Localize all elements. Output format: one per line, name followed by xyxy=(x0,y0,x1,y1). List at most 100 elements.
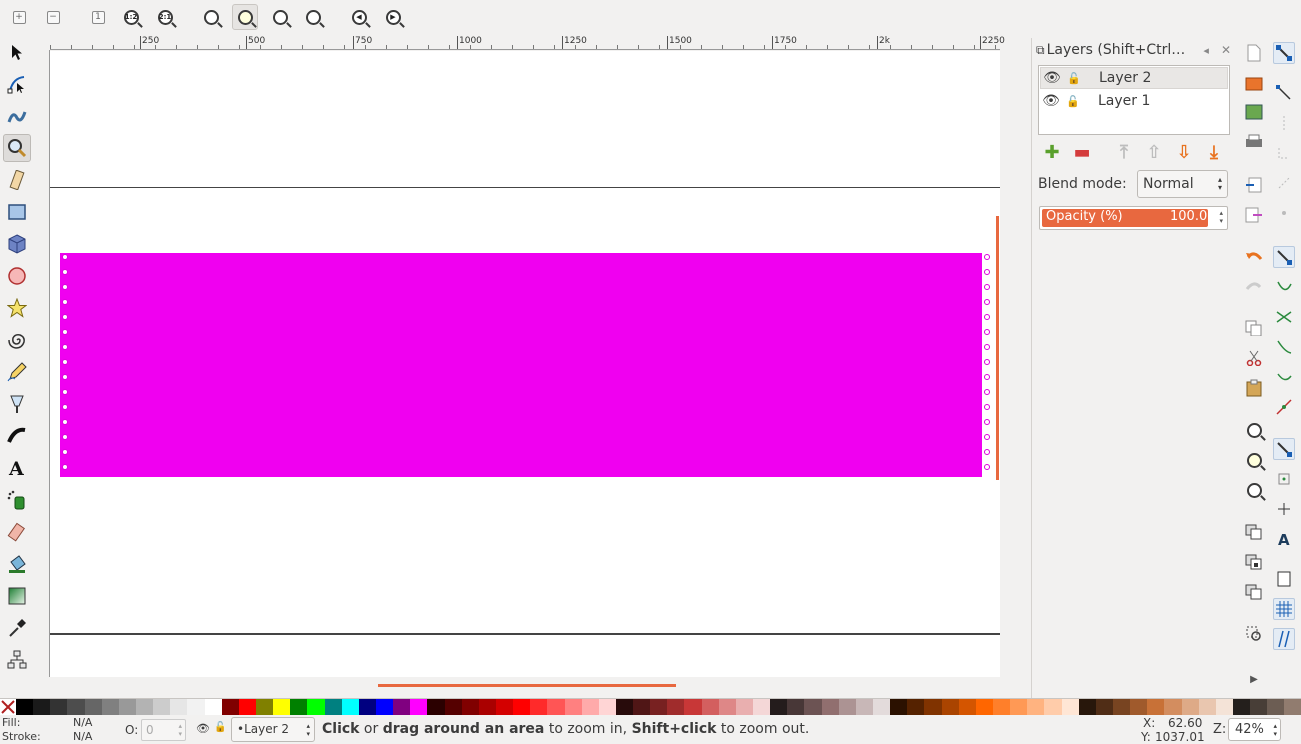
color-swatch[interactable] xyxy=(67,699,85,715)
dropper-tool[interactable] xyxy=(3,614,31,642)
color-swatch[interactable] xyxy=(84,699,102,715)
color-swatch[interactable] xyxy=(290,699,308,715)
layer-row-2[interactable]: 👁 🔓 Layer 2 xyxy=(1040,67,1228,89)
snap-guides-button[interactable] xyxy=(1273,628,1295,650)
snap-rotation-center-button[interactable] xyxy=(1273,498,1295,520)
no-paint-swatch[interactable] xyxy=(0,699,16,715)
path-node[interactable] xyxy=(984,434,990,440)
color-swatch[interactable] xyxy=(1027,699,1045,715)
color-swatch[interactable] xyxy=(1130,699,1148,715)
color-swatch[interactable] xyxy=(701,699,719,715)
gradient-tool[interactable] xyxy=(3,582,31,610)
color-swatch[interactable] xyxy=(907,699,925,715)
path-node[interactable] xyxy=(62,254,68,260)
zoom-1-2-button[interactable]: 1:2 xyxy=(118,4,144,30)
snap-nodes-button[interactable] xyxy=(1273,246,1295,268)
color-swatch[interactable] xyxy=(787,699,805,715)
color-swatch[interactable] xyxy=(667,699,685,715)
unlink-clone-button[interactable] xyxy=(1243,581,1265,603)
zoom-out-button[interactable]: − xyxy=(40,4,66,30)
color-swatch[interactable] xyxy=(993,699,1011,715)
path-node[interactable] xyxy=(62,464,68,470)
path-node[interactable] xyxy=(984,389,990,395)
open-button[interactable] xyxy=(1243,72,1265,94)
layer-visibility-icon[interactable]: 👁 xyxy=(196,722,210,735)
color-swatch[interactable] xyxy=(221,699,239,715)
path-node[interactable] xyxy=(62,419,68,425)
color-swatch[interactable] xyxy=(1164,699,1182,715)
snap-bbox-midpoints-button[interactable] xyxy=(1273,172,1295,194)
lock-icon[interactable]: 🔓 xyxy=(1062,95,1084,108)
zoom-previous-button[interactable]: ◀ xyxy=(346,4,372,30)
clone-button[interactable] xyxy=(1243,551,1265,573)
color-swatch[interactable] xyxy=(1267,699,1285,715)
text-tool[interactable]: A xyxy=(3,454,31,482)
color-swatch[interactable] xyxy=(307,699,325,715)
color-swatch[interactable] xyxy=(101,699,119,715)
path-node[interactable] xyxy=(984,374,990,380)
more-commands-icon[interactable]: ▶ xyxy=(1243,668,1265,690)
ellipse-tool[interactable] xyxy=(3,262,31,290)
zoom-drawing-button[interactable] xyxy=(232,4,258,30)
color-swatch[interactable] xyxy=(753,699,771,715)
path-node[interactable] xyxy=(984,254,990,260)
color-swatch[interactable] xyxy=(1113,699,1131,715)
zoom-input[interactable]: 42% ▴ ▾ xyxy=(1228,718,1281,741)
path-node[interactable] xyxy=(62,434,68,440)
snap-text-baseline-button[interactable]: A xyxy=(1273,528,1295,550)
horizontal-scrollbar[interactable] xyxy=(378,684,676,687)
opacity-status-input[interactable]: 0 ▴ ▾ xyxy=(141,719,186,741)
color-swatch[interactable] xyxy=(684,699,702,715)
layer-row-1[interactable]: 👁 🔓 Layer 1 xyxy=(1040,90,1228,112)
color-swatch[interactable] xyxy=(564,699,582,715)
color-swatch[interactable] xyxy=(821,699,839,715)
blend-mode-select[interactable]: Normal ▴ ▾ xyxy=(1137,170,1228,198)
path-node[interactable] xyxy=(62,389,68,395)
color-swatch[interactable] xyxy=(650,699,668,715)
zoom-selection-button[interactable] xyxy=(198,4,224,30)
path-node[interactable] xyxy=(984,404,990,410)
path-node[interactable] xyxy=(62,449,68,455)
color-swatch[interactable] xyxy=(393,699,411,715)
path-node[interactable] xyxy=(62,404,68,410)
color-swatch[interactable] xyxy=(255,699,274,715)
zoom-drawing-cmd[interactable] xyxy=(1243,449,1265,471)
copy-button[interactable] xyxy=(1243,317,1265,339)
paste-button[interactable] xyxy=(1243,377,1265,399)
color-swatch[interactable] xyxy=(170,699,188,715)
undo-button[interactable] xyxy=(1243,246,1265,268)
path-node[interactable] xyxy=(984,284,990,290)
color-swatch[interactable] xyxy=(1061,699,1079,715)
snap-bbox-edges-button[interactable] xyxy=(1273,112,1295,134)
color-swatch[interactable] xyxy=(855,699,874,715)
color-swatch[interactable] xyxy=(118,699,136,715)
color-swatch[interactable] xyxy=(804,699,822,715)
remove-layer-button[interactable]: ▬ xyxy=(1072,142,1092,163)
node-tool[interactable] xyxy=(3,70,31,98)
panel-close-icon[interactable]: ✕ xyxy=(1221,43,1231,57)
path-node[interactable] xyxy=(984,344,990,350)
color-swatch[interactable] xyxy=(16,699,34,715)
selector-tool[interactable] xyxy=(3,38,31,66)
color-swatch[interactable] xyxy=(324,699,342,715)
snap-grid-button[interactable] xyxy=(1273,598,1295,620)
zoom-next-button[interactable]: ▶ xyxy=(380,4,406,30)
lower-layer-button[interactable]: ⇩ xyxy=(1174,142,1194,163)
color-swatch[interactable] xyxy=(153,699,171,715)
spiral-tool[interactable] xyxy=(3,326,31,354)
color-swatch[interactable] xyxy=(238,699,256,715)
zoom-page-cmd[interactable] xyxy=(1243,479,1265,501)
vertical-scrollbar[interactable] xyxy=(996,216,999,480)
vertical-ruler[interactable] xyxy=(34,50,50,677)
eye-icon[interactable]: 👁 xyxy=(1040,93,1062,109)
zoom-selection-cmd[interactable] xyxy=(1243,419,1265,441)
color-swatch[interactable] xyxy=(890,699,908,715)
snap-bbox-centers-button[interactable] xyxy=(1273,202,1295,224)
color-swatch[interactable] xyxy=(924,699,942,715)
color-swatch[interactable] xyxy=(478,699,496,715)
pen-tool[interactable] xyxy=(3,390,31,418)
color-swatch[interactable] xyxy=(770,699,788,715)
print-button[interactable] xyxy=(1243,131,1265,153)
path-node[interactable] xyxy=(62,359,68,365)
color-swatch[interactable] xyxy=(513,699,531,715)
